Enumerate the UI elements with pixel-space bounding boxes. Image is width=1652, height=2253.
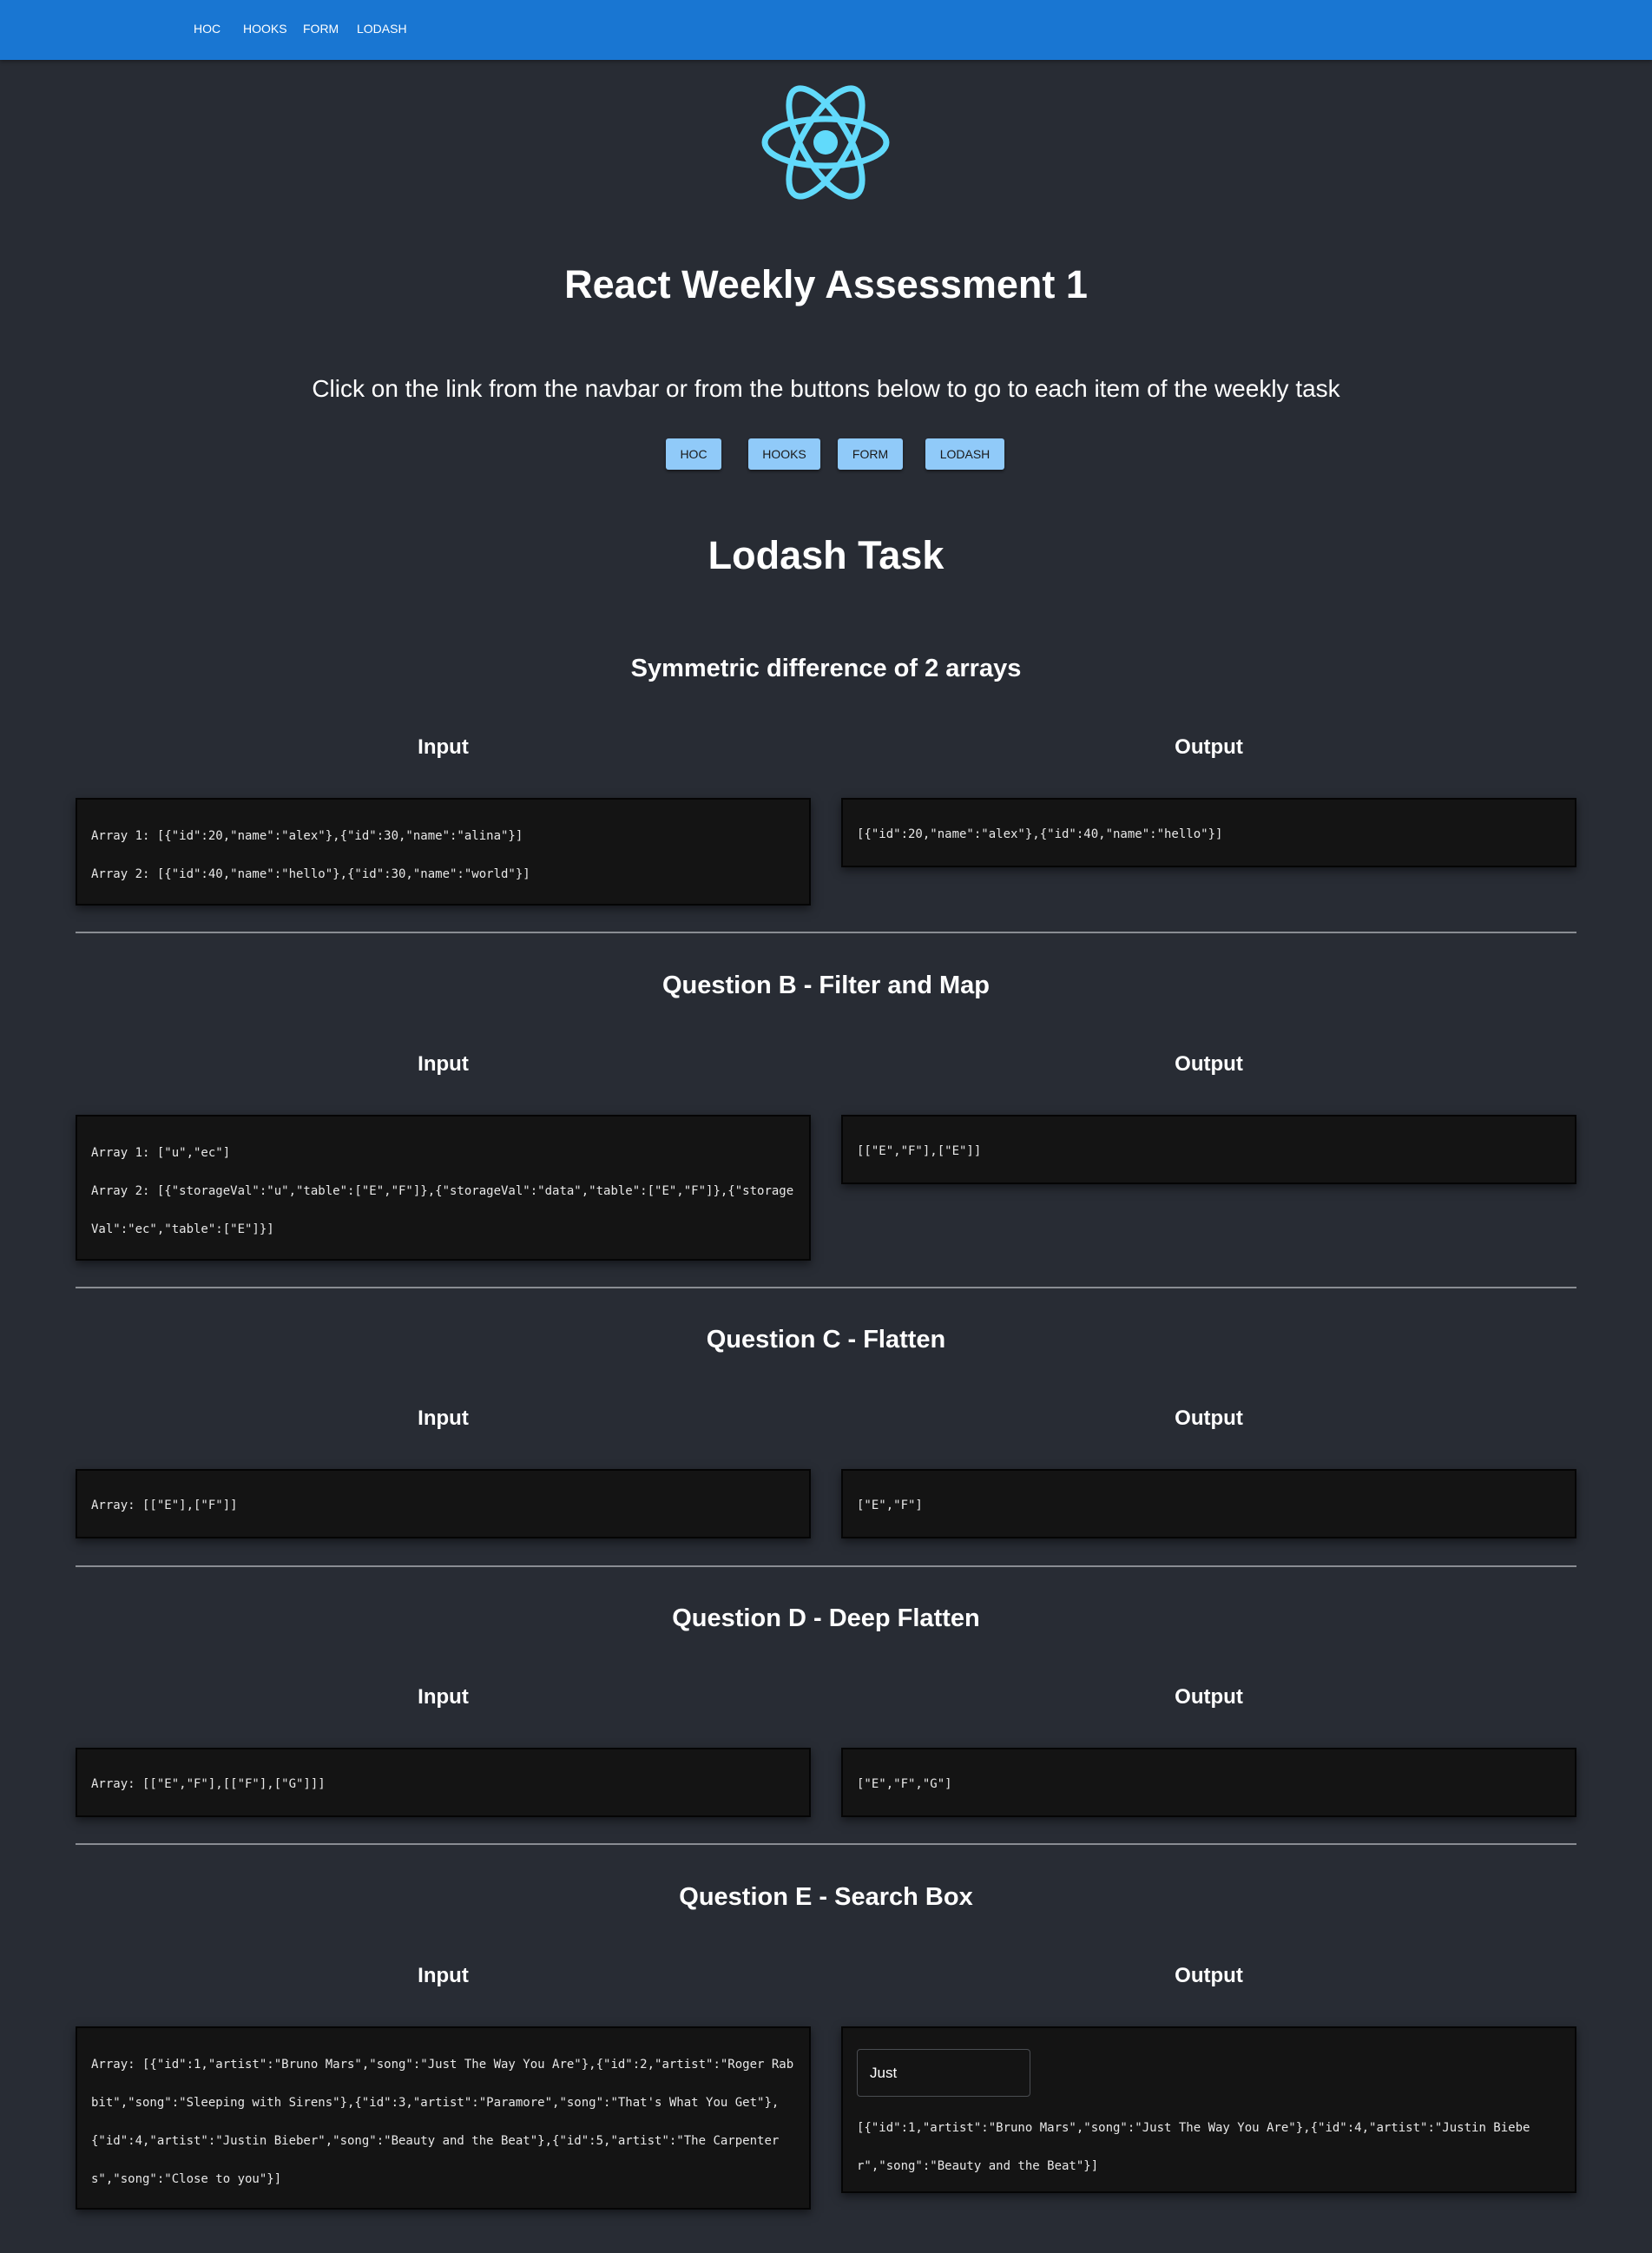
- lodash-task-title: Lodash Task: [708, 533, 944, 577]
- question-e-input-box: Array: [{"id":1,"artist":"Bruno Mars","s…: [76, 2026, 811, 2210]
- lodash-button[interactable]: LODASH: [925, 438, 1004, 470]
- question-a-input-line-2: Array 2: [{"id":40,"name":"hello"},{"id"…: [91, 867, 530, 881]
- question-b-input-box: Array 1: ["u","ec"] Array 2: [{"storageV…: [76, 1115, 811, 1261]
- divider: [76, 1287, 1576, 1288]
- nav-link-hooks[interactable]: HOOKS: [243, 22, 287, 36]
- question-c-output-heading: Output: [1175, 1406, 1243, 1430]
- divider: [76, 1843, 1576, 1845]
- question-d-output-heading: Output: [1175, 1685, 1243, 1709]
- question-b-input-line-1: Array 1: ["u","ec"]: [91, 1146, 231, 1160]
- question-c-input-line-1: Array: [["E"],["F"]]: [91, 1499, 238, 1512]
- question-e-output-heading: Output: [1175, 1964, 1243, 1987]
- question-a-output-box: [{"id":20,"name":"alex"},{"id":40,"name"…: [841, 798, 1576, 867]
- page-subtitle: Click on the link from the navbar or fro…: [312, 375, 1340, 402]
- question-d-output-box: ["E","F","G"]: [841, 1748, 1576, 1817]
- nav-link-hoc[interactable]: HOC: [194, 22, 220, 36]
- nav-link-form[interactable]: FORM: [303, 22, 339, 36]
- divider: [76, 932, 1576, 933]
- question-b-output: [["E","F"],["E"]]: [857, 1144, 982, 1158]
- navbar: HOC HOOKS FORM LODASH: [0, 0, 1652, 60]
- hooks-button[interactable]: HOOKS: [748, 438, 820, 470]
- question-c-input-box: Array: [["E"],["F"]]: [76, 1469, 811, 1538]
- question-a-input-line-1: Array 1: [{"id":20,"name":"alex"},{"id":…: [91, 829, 523, 843]
- question-d-title: Question D - Deep Flatten: [672, 1604, 980, 1632]
- question-d-input-heading: Input: [418, 1685, 469, 1709]
- nav-link-lodash[interactable]: LODASH: [357, 22, 407, 36]
- question-b-input-line-2: Array 2: [{"storageVal":"u","table":["E"…: [91, 1184, 794, 1236]
- question-a-input-heading: Input: [418, 735, 469, 759]
- question-e-output-box: [{"id":1,"artist":"Bruno Mars","song":"J…: [841, 2026, 1576, 2193]
- react-logo-icon: [761, 85, 890, 200]
- question-e-input-line-1: Array: [{"id":1,"artist":"Bruno Mars","s…: [91, 2058, 794, 2186]
- question-c-output-box: ["E","F"]: [841, 1469, 1576, 1538]
- divider: [76, 1565, 1576, 1567]
- question-a-output: [{"id":20,"name":"alex"},{"id":40,"name"…: [857, 827, 1223, 841]
- question-b-output-box: [["E","F"],["E"]]: [841, 1115, 1576, 1184]
- question-a-title: Symmetric difference of 2 arrays: [630, 655, 1022, 682]
- question-e-input-heading: Input: [418, 1964, 469, 1987]
- search-input[interactable]: [857, 2049, 1030, 2097]
- question-b-input-heading: Input: [418, 1052, 469, 1076]
- question-c-output: ["E","F"]: [857, 1499, 923, 1512]
- question-a-output-heading: Output: [1175, 735, 1243, 759]
- question-d-input-line-1: Array: [["E","F"],[["F"],["G"]]]: [91, 1777, 326, 1791]
- question-b-title: Question B - Filter and Map: [661, 972, 990, 999]
- hoc-button[interactable]: HOC: [666, 438, 721, 470]
- question-d-output: ["E","F","G"]: [857, 1777, 952, 1791]
- question-a-input-box: Array 1: [{"id":20,"name":"alex"},{"id":…: [76, 798, 811, 906]
- question-e-title: Question E - Search Box: [679, 1883, 973, 1911]
- question-c-input-heading: Input: [418, 1406, 469, 1430]
- question-c-title: Question C - Flatten: [706, 1326, 946, 1354]
- page-title: React Weekly Assessment 1: [564, 262, 1088, 306]
- question-b-output-heading: Output: [1175, 1052, 1243, 1076]
- form-button[interactable]: FORM: [838, 438, 903, 470]
- question-e-output: [{"id":1,"artist":"Bruno Mars","song":"J…: [857, 2121, 1530, 2173]
- question-d-input-box: Array: [["E","F"],[["F"],["G"]]]: [76, 1748, 811, 1817]
